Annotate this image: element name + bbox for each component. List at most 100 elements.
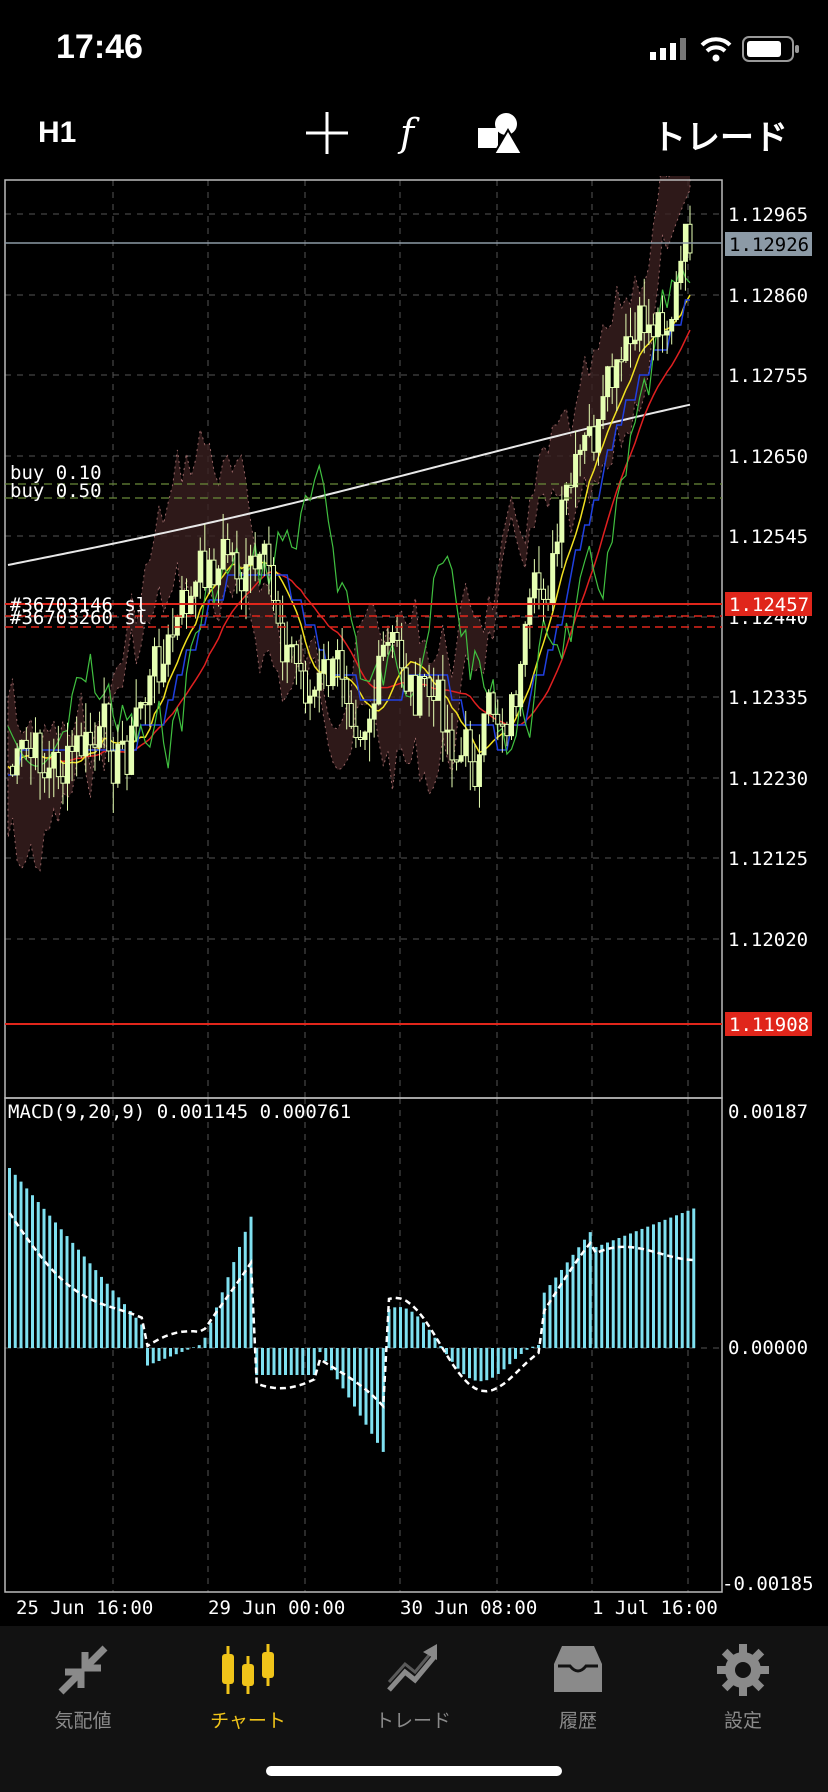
candle-body	[37, 732, 43, 774]
tab-settings-label: 設定	[723, 1710, 762, 1732]
macd-bar	[554, 1277, 558, 1348]
macd-bar	[422, 1322, 425, 1348]
candle-body	[142, 702, 148, 706]
macd-bar	[496, 1348, 500, 1374]
trade-button[interactable]: トレード	[652, 110, 788, 159]
candle-body	[307, 695, 313, 704]
candle-body	[316, 672, 322, 691]
candle-body	[412, 674, 418, 716]
candle-body	[23, 739, 29, 749]
macd-bar	[370, 1348, 374, 1434]
candle-body	[614, 359, 620, 388]
macd-bar	[301, 1348, 305, 1375]
macd-bar	[42, 1208, 46, 1348]
candle-body	[151, 646, 157, 677]
candle-body	[678, 260, 684, 284]
candle-body	[495, 713, 501, 725]
candle-body	[303, 670, 309, 704]
chart-icon	[222, 1644, 274, 1694]
candle-body	[554, 541, 560, 555]
time-label-1: 25 Jun 16:00	[16, 1597, 153, 1619]
chart-toolbar: H1 f トレード	[0, 100, 828, 176]
candle-body	[431, 696, 437, 701]
objects-icon[interactable]	[474, 108, 524, 158]
candle-body	[545, 598, 551, 604]
candle-body	[463, 729, 469, 757]
macd-bar	[560, 1269, 563, 1348]
candle-body	[92, 744, 98, 748]
timeframe-button[interactable]: H1	[38, 116, 76, 150]
macd-bar	[623, 1235, 627, 1348]
candle-body	[632, 339, 638, 345]
candle-body	[508, 694, 514, 737]
macd-bar	[19, 1181, 23, 1348]
macd-bar	[71, 1242, 75, 1348]
macd-bar	[456, 1348, 460, 1369]
tab-trade-label: トレード	[374, 1710, 451, 1732]
crosshair-icon[interactable]	[302, 108, 352, 158]
candle-body	[335, 650, 341, 660]
candle-body	[321, 659, 327, 674]
svg-text:f: f	[397, 111, 420, 155]
candle-body	[486, 692, 492, 715]
macd-bar	[146, 1348, 149, 1366]
candle-body	[394, 632, 400, 641]
candle-body	[165, 634, 171, 665]
macd-bar	[94, 1270, 98, 1348]
candle-body	[655, 312, 661, 338]
candle-body	[261, 543, 267, 555]
candle-body	[371, 703, 377, 720]
trade-icon	[387, 1644, 437, 1692]
macd-bar	[537, 1344, 540, 1348]
price-chart[interactable]: buy 0.10 buy 0.50 #36703146 sl #36703260…	[0, 176, 828, 1626]
tab-quotes[interactable]: 気配値	[18, 1640, 148, 1733]
candle-body	[19, 739, 25, 750]
tab-trade[interactable]: トレード	[348, 1640, 478, 1733]
macd-bar	[686, 1210, 690, 1348]
macd-bar	[48, 1215, 52, 1348]
candle-body	[60, 776, 66, 784]
candle-body	[69, 745, 75, 752]
candle-body	[10, 765, 16, 776]
candle-body	[234, 552, 240, 580]
price-axis-label: 1.12650	[728, 446, 808, 468]
candle-body	[527, 597, 533, 625]
candle-body	[673, 282, 679, 321]
candle-body	[403, 667, 409, 692]
macd-bar	[502, 1348, 506, 1370]
macd-bar	[508, 1348, 512, 1365]
candle-body	[289, 644, 295, 648]
macd-bar	[324, 1348, 328, 1362]
candle-body	[362, 731, 368, 740]
candle-body	[623, 336, 629, 361]
function-icon[interactable]: f	[388, 108, 438, 158]
macd-bar	[525, 1348, 529, 1350]
macd-bar	[652, 1224, 655, 1348]
tab-settings[interactable]: 設定	[678, 1640, 808, 1733]
macd-bar	[174, 1348, 178, 1355]
macd-bar	[335, 1348, 339, 1380]
candle-body	[582, 434, 588, 451]
candle-body	[101, 703, 107, 728]
candle-body	[646, 324, 652, 334]
bottom-tab-bar: 気配値 チャート トレード 履歴 設定	[0, 1626, 828, 1792]
tab-chart[interactable]: チャート	[183, 1640, 313, 1733]
candle-body	[298, 662, 304, 672]
candle-body	[115, 743, 121, 784]
macd-bar	[629, 1233, 632, 1348]
price-axis-label: 1.12020	[728, 929, 808, 951]
candle-body	[55, 751, 61, 778]
wifi-icon	[700, 37, 732, 62]
candle-body	[591, 426, 597, 453]
macd-bar	[341, 1348, 345, 1389]
macd-bar	[65, 1236, 69, 1348]
macd-axis-top: 0.00187	[728, 1101, 808, 1123]
macd-bar	[594, 1247, 598, 1348]
candle-body	[339, 650, 345, 680]
macd-bar	[59, 1229, 63, 1348]
macd-bar	[606, 1242, 609, 1348]
candle-body	[28, 747, 34, 759]
macd-bar	[680, 1213, 684, 1348]
tab-history[interactable]: 履歴	[513, 1640, 643, 1733]
low-price-tag: 1.11908	[729, 1014, 809, 1036]
